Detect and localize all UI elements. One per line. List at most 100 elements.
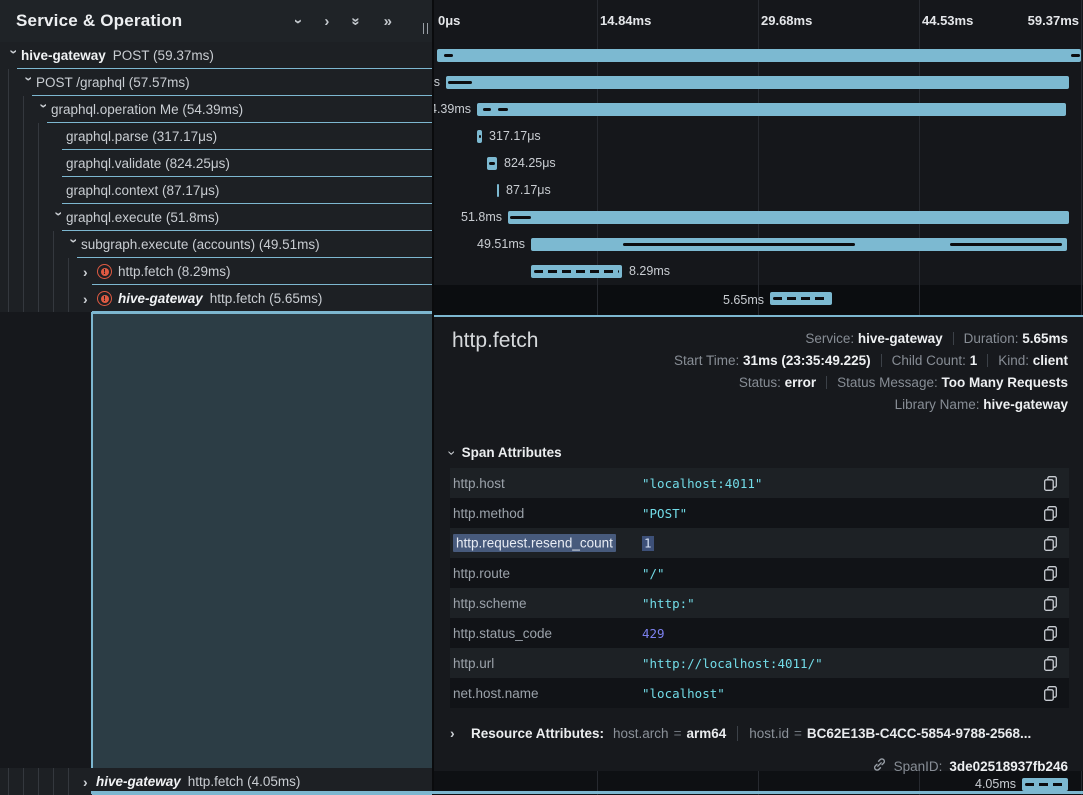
tree-row[interactable]: ›graphql.validate (824.25μs) [0, 150, 432, 177]
trace-viewer: Service & Operation ››»» ›hive-gatewayPO… [0, 0, 1083, 795]
chevron-right-icon[interactable]: › [83, 265, 96, 279]
indent-guide [23, 123, 24, 150]
timeline-row[interactable]: 54.39ms [434, 96, 1083, 123]
copy-icon[interactable] [1044, 536, 1057, 551]
span-bar[interactable] [446, 76, 1069, 89]
span-bar[interactable] [770, 292, 832, 305]
axis-tick-label: 0μs [438, 13, 460, 28]
attribute-key: http.host [453, 476, 642, 491]
meta-label: Library Name: [895, 397, 984, 412]
bar-duration-label: 87.17μs [506, 177, 551, 204]
axis-tick-label: 29.68ms [761, 13, 812, 28]
double-chevron-down-icon[interactable]: » [349, 17, 364, 25]
attribute-key: http.url [453, 656, 642, 671]
chevron-right-icon[interactable]: › [83, 775, 96, 789]
timeline-row[interactable]: 87.17μs [434, 177, 1083, 204]
span-label: POST /graphql (57.57ms) [36, 75, 190, 90]
indent-guide [8, 150, 9, 177]
span-bar[interactable] [437, 49, 1081, 62]
chevron-down-icon[interactable]: › [8, 49, 22, 62]
meta-divider [953, 332, 954, 345]
span-attributes-header[interactable]: › Span Attributes [450, 445, 562, 460]
meta-divider [987, 354, 988, 367]
tree-row[interactable]: ›!http.fetch (8.29ms) [0, 258, 432, 285]
meta-label: Duration: [964, 331, 1023, 346]
tree-row[interactable]: ›hive-gatewayPOST (59.37ms) [0, 42, 432, 69]
copy-icon[interactable] [1044, 506, 1057, 521]
span-meta-line: Service: hive-gatewayDuration: 5.65ms [674, 328, 1068, 350]
indent-guide [38, 258, 39, 285]
span-bar[interactable] [508, 211, 1069, 224]
meta-label: Start Time: [674, 353, 743, 368]
attribute-row[interactable]: http.route"/" [450, 558, 1069, 588]
chevron-right-icon[interactable]: › [83, 292, 96, 306]
chevron-down-icon[interactable]: › [291, 19, 306, 24]
link-icon[interactable] [872, 757, 887, 775]
chevron-right-icon[interactable]: › [324, 14, 329, 29]
span-bar[interactable] [531, 265, 622, 278]
indent-guide [53, 231, 54, 258]
attribute-key: net.host.name [453, 686, 642, 701]
copy-icon[interactable] [1044, 566, 1057, 581]
resource-attributes-row[interactable]: ›Resource Attributes:host.arch=arm64host… [450, 718, 1031, 748]
span-meta-line: Library Name: hive-gateway [674, 394, 1068, 416]
span-bar[interactable] [497, 184, 499, 197]
copy-icon[interactable] [1044, 596, 1057, 611]
timeline-row[interactable]: 8.29ms [434, 258, 1083, 285]
bar-self-time-mark [1071, 54, 1080, 57]
tree-row[interactable]: ›graphql.parse (317.17μs) [0, 123, 432, 150]
timeline-row[interactable]: 51.8ms [434, 204, 1083, 231]
timeline-row[interactable]: 49.51ms [434, 231, 1083, 258]
attribute-row[interactable]: http.method"POST" [450, 498, 1069, 528]
meta-label: Status Message: [837, 375, 941, 390]
indent-guide [23, 150, 24, 177]
panel-resize-handle[interactable] [423, 23, 429, 34]
tree-row[interactable]: ›subgraph.execute (accounts) (49.51ms) [0, 231, 432, 258]
attribute-row[interactable]: http.scheme"http:" [450, 588, 1069, 618]
copy-icon[interactable] [1044, 626, 1057, 641]
double-chevron-right-icon[interactable]: » [384, 14, 392, 29]
span-bar[interactable] [477, 103, 1066, 116]
exclamation-mark: ! [101, 295, 109, 303]
chevron-right-icon[interactable]: › [450, 726, 463, 740]
chevron-down-icon[interactable]: › [53, 211, 67, 224]
tree-row[interactable]: ›graphql.context (87.17μs) [0, 177, 432, 204]
meta-label: Service: [805, 331, 858, 346]
timeline-row[interactable] [434, 42, 1083, 69]
attribute-row[interactable]: net.host.name"localhost" [450, 678, 1069, 708]
indent-guide [53, 768, 54, 795]
timeline-axis: 0μs14.84ms29.68ms44.53ms59.37ms [434, 0, 1083, 42]
indent-guide [68, 768, 69, 795]
copy-icon[interactable] [1044, 476, 1057, 491]
copy-icon[interactable] [1044, 686, 1057, 701]
copy-icon[interactable] [1044, 656, 1057, 671]
span-bar[interactable] [1022, 778, 1068, 791]
tree-row[interactable]: ›POST /graphql (57.57ms) [0, 69, 432, 96]
attribute-value: 429 [642, 626, 1032, 641]
timeline-row[interactable]: 57.57ms [434, 69, 1083, 96]
chevron-down-icon[interactable]: › [68, 238, 82, 251]
attribute-value: "localhost" [642, 686, 1032, 701]
indent-guide [8, 123, 9, 150]
meta-value: Too Many Requests [941, 375, 1068, 390]
tree-row[interactable]: ›!hive-gatewayhttp.fetch (5.65ms) [0, 285, 432, 312]
bar-duration-label: 51.8ms [461, 204, 502, 231]
tree-row[interactable]: ›graphql.execute (51.8ms) [0, 204, 432, 231]
meta-value: hive-gateway [858, 331, 943, 346]
attribute-row[interactable]: http.status_code429 [450, 618, 1069, 648]
timeline-row[interactable]: 824.25μs [434, 150, 1083, 177]
attribute-row[interactable]: http.request.resend_count1 [450, 528, 1069, 558]
chevron-down-icon[interactable]: › [38, 103, 52, 116]
attribute-row[interactable]: http.host"localhost:4011" [450, 468, 1069, 498]
attribute-value: "http:" [642, 596, 1032, 611]
timeline-row[interactable]: 5.65ms [434, 285, 1083, 315]
span-label: graphql.operation Me (54.39ms) [51, 102, 243, 117]
chevron-down-icon[interactable]: › [23, 76, 37, 89]
tree-row[interactable]: ›graphql.operation Me (54.39ms) [0, 96, 432, 123]
timeline-row[interactable]: 317.17μs [434, 123, 1083, 150]
resource-key: host.id [749, 726, 789, 741]
meta-value: client [1033, 353, 1068, 368]
indent-guide [53, 285, 54, 312]
bar-self-time-mark [623, 243, 855, 246]
attribute-row[interactable]: http.url"http://localhost:4011/" [450, 648, 1069, 678]
